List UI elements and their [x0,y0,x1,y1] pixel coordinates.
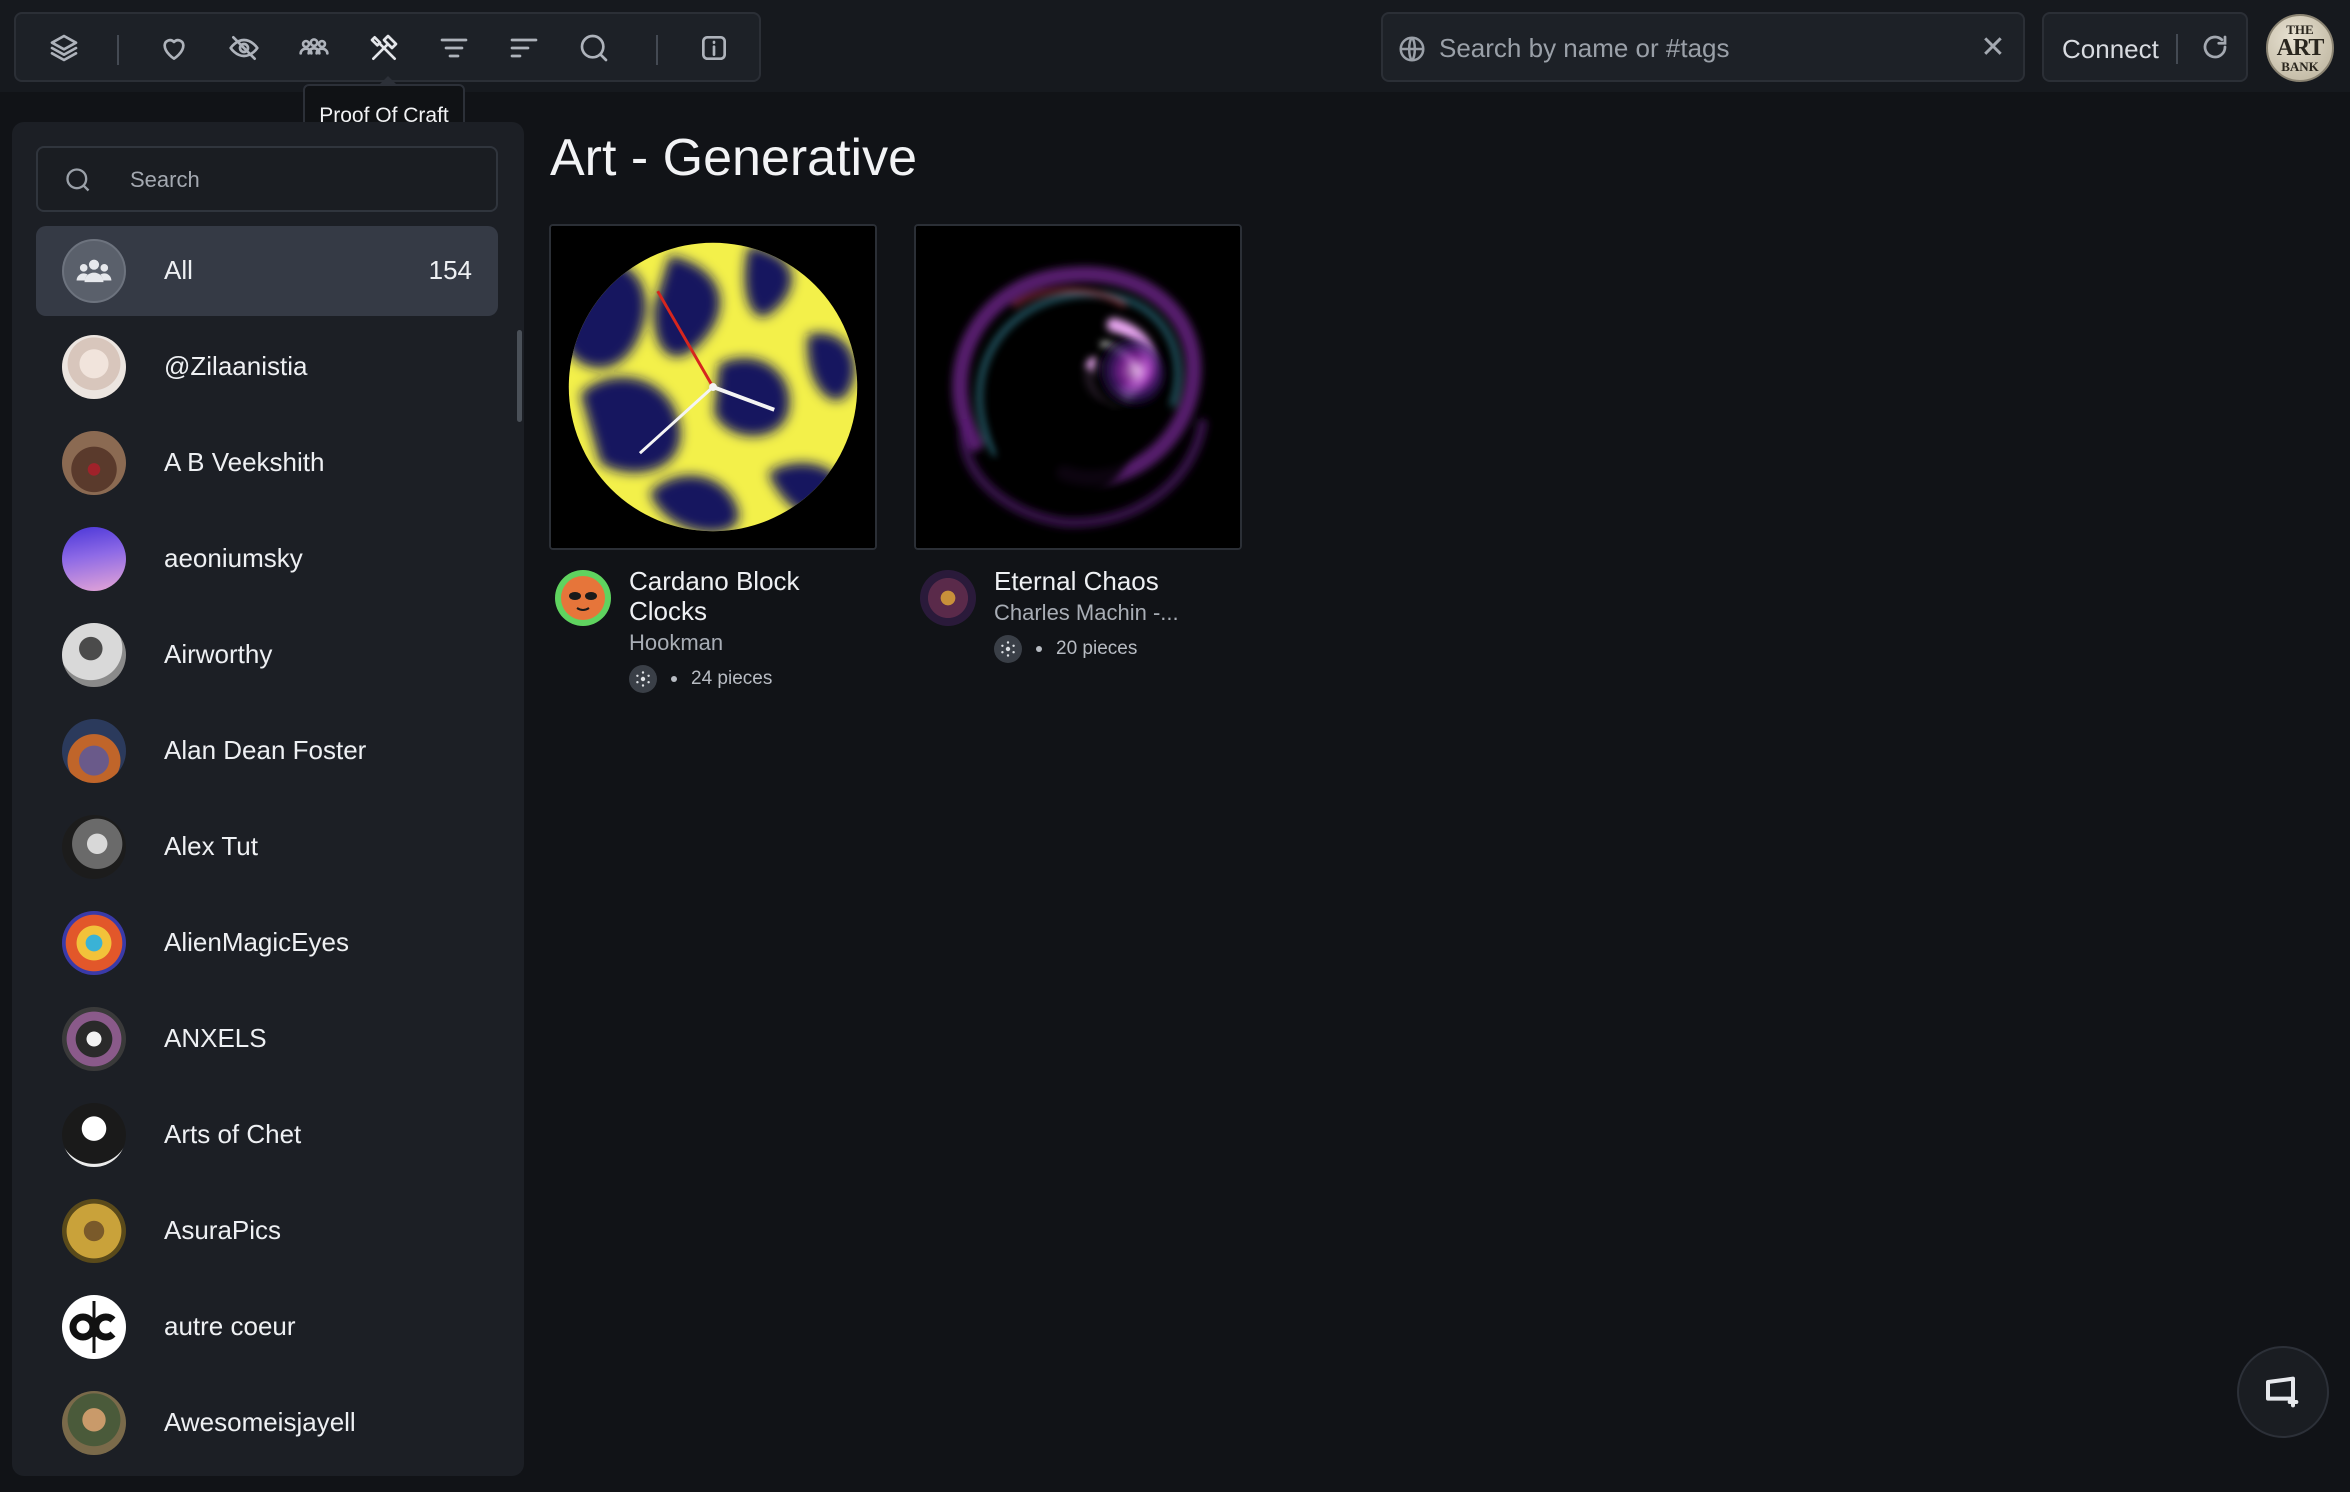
scrollbar-thumb[interactable] [517,330,522,422]
toolbar-divider [117,35,119,65]
heart-icon[interactable] [154,28,194,68]
piece-count: 24 pieces [691,668,773,689]
eye-off-icon[interactable] [224,28,264,68]
avatar [62,911,126,975]
sidebar-item-artist[interactable]: autre coeur [36,1282,498,1378]
collection-author[interactable]: Hookman [629,630,819,656]
sidebar-search [36,146,498,212]
artist-sidebar: All 154 @Zilaanistia A B Veekshith aeoni… [12,122,524,1476]
sidebar-item-artist[interactable]: ANXELS [36,994,498,1090]
connect-button[interactable]: Connect [2062,34,2159,65]
separator-dot [1036,646,1042,652]
creator-avatar[interactable] [555,570,611,626]
collection-title[interactable]: Eternal Chaos [994,566,1234,596]
cardano-icon [629,665,657,693]
avatar [62,1295,126,1359]
sidebar-item-artist[interactable]: aeoniumsky [36,514,498,610]
avatar [62,527,126,591]
info-icon[interactable] [694,28,734,68]
globe-icon [1397,34,1427,64]
sidebar-item-label: @Zilaanistia [164,351,308,381]
avatar [62,719,126,783]
piece-count: 20 pieces [1056,638,1138,659]
logo-line-3: BANK [2281,59,2319,74]
chaos-artwork [916,226,1240,548]
page-title: Art - Generative [550,129,918,187]
sidebar-item-label: autre coeur [164,1311,296,1341]
avatar [62,623,126,687]
sidebar-item-all[interactable]: All 154 [36,226,498,316]
cardano-icon [994,635,1022,663]
sidebar-item-label: AsuraPics [164,1215,282,1245]
collection-meta: 24 pieces [629,664,772,694]
avatar [62,431,126,495]
creator-avatar[interactable] [920,570,976,626]
sidebar-item-label: aeoniumsky [164,543,303,573]
cart-add-icon [2266,1376,2299,1408]
alien-avatar-icon [561,576,605,620]
people-icon[interactable] [294,28,334,68]
clock-artwork [551,226,875,548]
separator-dot [671,676,677,682]
global-search-input[interactable] [1439,28,1959,68]
sidebar-item-artist[interactable]: Airworthy [36,610,498,706]
connect-divider [2176,34,2178,64]
add-to-cart-button[interactable] [2237,1346,2329,1438]
collection-thumbnail[interactable] [549,224,877,550]
close-icon[interactable]: ✕ [1977,32,2009,64]
collection-author[interactable]: Charles Machin -... [994,600,1184,626]
sidebar-item-label: Awesomeisjayell [164,1407,356,1437]
connect-group: Connect [2042,12,2248,82]
avatar [62,335,126,399]
collection-title[interactable]: Cardano Block Clocks [629,566,869,626]
toolbar-divider [656,35,658,65]
sidebar-item-count: 154 [428,255,472,285]
filter-icon[interactable] [434,28,474,68]
collection-thumbnail[interactable] [914,224,1242,550]
global-search: ✕ [1381,12,2025,82]
toolbar [14,12,761,82]
sidebar-item-label: Alex Tut [164,831,258,861]
avatar [62,1391,126,1455]
logo[interactable]: THE ART BANK [2266,14,2334,82]
ac-logo-icon [69,1301,116,1353]
avatar [62,815,126,879]
collection-card[interactable]: Eternal Chaos Charles Machin -... 20 pie… [914,224,1242,663]
sidebar-item-label: ANXELS [164,1023,267,1053]
sidebar-item-artist[interactable]: Arts of Chet [36,1090,498,1186]
sidebar-item-artist[interactable]: Awesomeisjayell [36,1378,498,1474]
collection-meta: 20 pieces [994,634,1137,664]
sidebar-item-artist[interactable]: Alan Dean Foster [36,706,498,802]
sidebar-item-artist[interactable]: AlienMagicEyes [36,898,498,994]
sort-icon[interactable] [504,28,544,68]
group-icon [62,239,126,303]
sidebar-item-label: Airworthy [164,639,273,669]
sidebar-search-input[interactable] [130,162,480,198]
sidebar-item-label: A B Veekshith [164,447,325,477]
sidebar-item-artist[interactable]: Alex Tut [36,802,498,898]
refresh-icon[interactable] [2200,32,2234,66]
avatar [62,1007,126,1071]
layers-icon[interactable] [44,28,84,68]
sidebar-item-artist[interactable]: AsuraPics [36,1186,498,1282]
collection-card[interactable]: Cardano Block Clocks Hookman 24 pieces [549,224,877,693]
avatar [62,1199,126,1263]
search-icon[interactable] [574,28,614,68]
sidebar-item-artist[interactable]: @Zilaanistia [36,322,498,418]
artist-list: All 154 @Zilaanistia A B Veekshith aeoni… [36,226,510,1474]
top-bar: ✕ Connect THE ART BANK [0,0,2350,92]
search-icon [64,166,94,196]
sidebar-item-label: All [164,255,193,285]
sidebar-item-artist[interactable]: A B Veekshith [36,418,498,514]
sidebar-item-label: Alan Dean Foster [164,735,367,765]
sidebar-item-label: Arts of Chet [164,1119,302,1149]
avatar [62,1103,126,1167]
sidebar-item-label: AlienMagicEyes [164,927,349,957]
logo-line-2: ART [2276,35,2325,61]
craft-tools-icon[interactable] [364,28,404,68]
